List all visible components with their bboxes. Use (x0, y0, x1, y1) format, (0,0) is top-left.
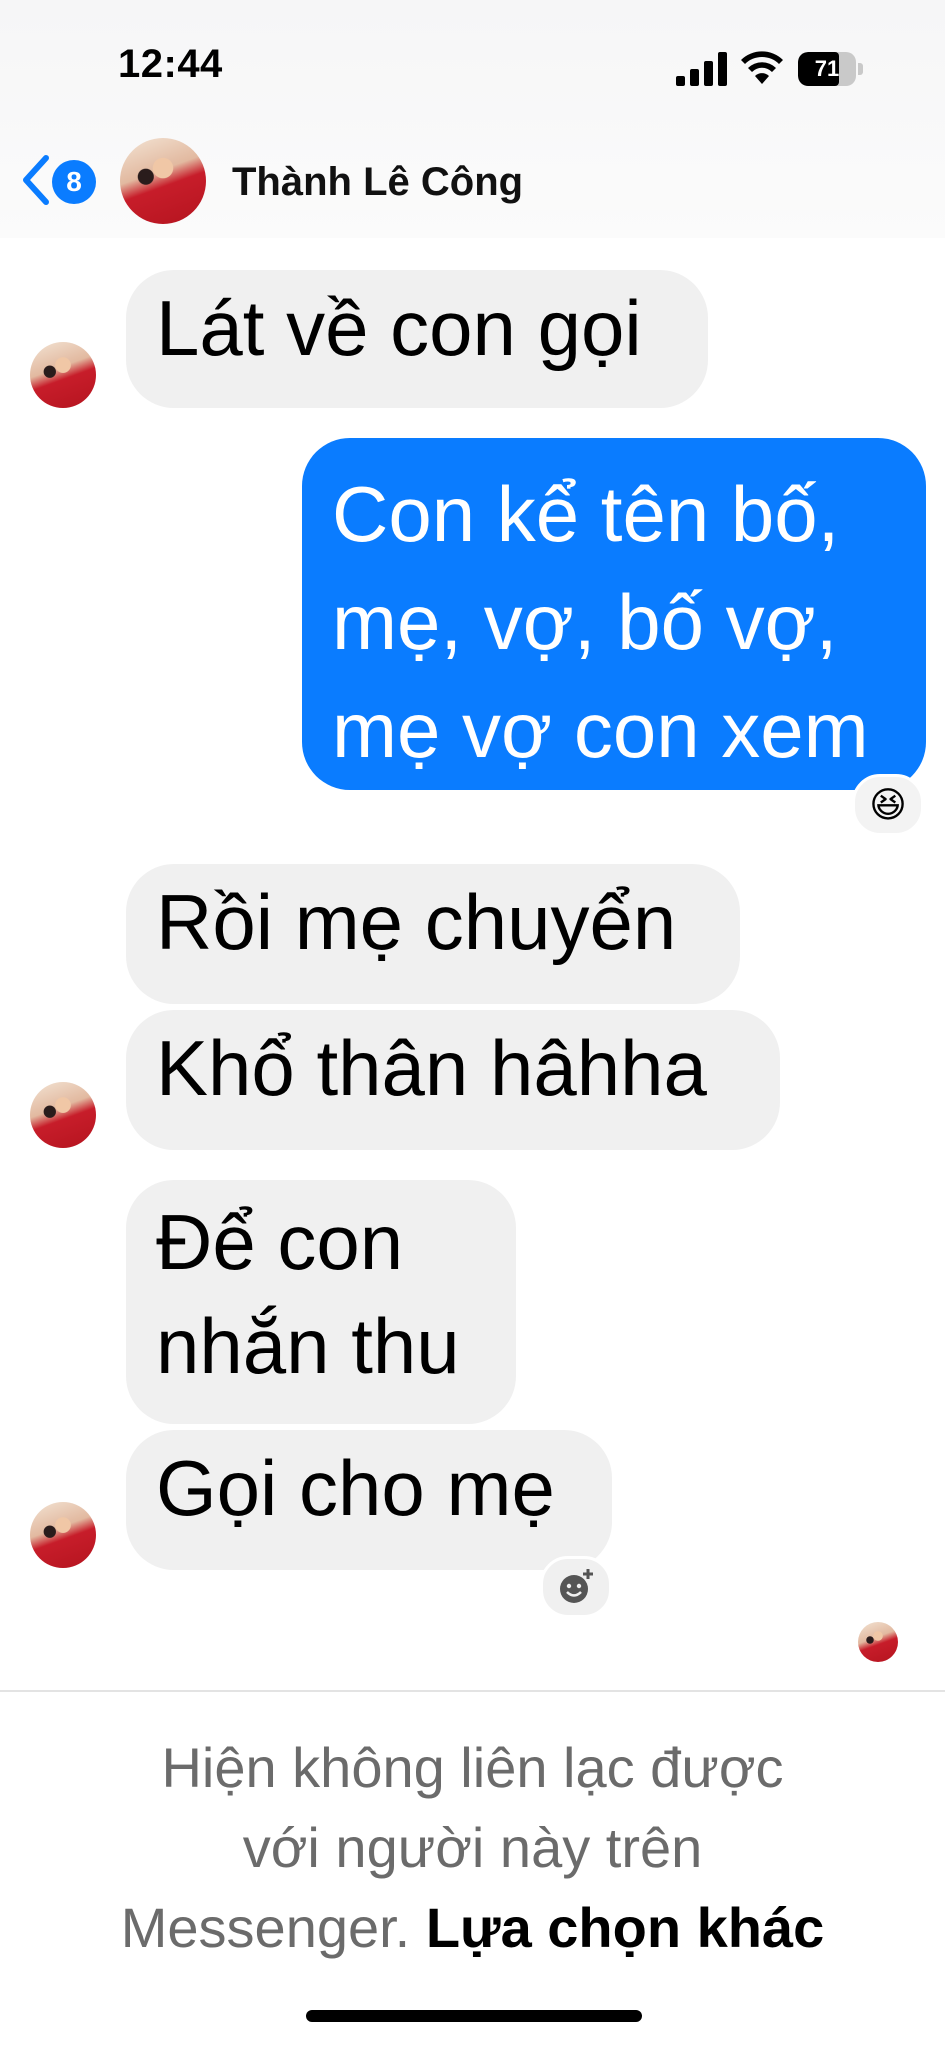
message-line: Con kể tên bố, (332, 470, 840, 558)
status-time: 12:44 (118, 42, 223, 86)
message-line: mẹ, vợ, bố vợ, (332, 578, 838, 666)
home-indicator[interactable] (306, 2010, 642, 2022)
incoming-message[interactable]: Lát về con gọi (126, 270, 708, 408)
contact-name[interactable]: Thành Lê Công (232, 160, 523, 205)
notice-line: Hiện không liên lạc được (161, 1736, 784, 1799)
battery-icon: 71 (798, 52, 864, 86)
message-line: mẹ vợ con xem (332, 686, 869, 774)
message-line: Để con (156, 1198, 404, 1286)
sender-avatar[interactable] (30, 1082, 96, 1148)
sender-avatar[interactable] (30, 342, 96, 408)
battery-level-text: 71 (814, 56, 840, 81)
wifi-icon (741, 51, 783, 84)
message-line: nhắn thu (156, 1302, 460, 1390)
other-options-link[interactable]: Lựa chọn khác (426, 1896, 824, 1959)
seen-indicator-avatar (858, 1622, 898, 1662)
message-text: Lát về con gọi (156, 284, 642, 372)
message-text: Rồi mẹ chuyển (156, 878, 677, 966)
sender-avatar[interactable] (30, 1502, 96, 1568)
incoming-message[interactable]: Rồi mẹ chuyển (126, 864, 740, 1004)
back-chevron-icon[interactable] (18, 152, 54, 208)
message-text: Khổ thân hâhha (156, 1024, 707, 1112)
incoming-message[interactable]: Để con nhắn thu (126, 1180, 516, 1424)
incoming-message[interactable]: Gọi cho mẹ (126, 1430, 612, 1570)
message-text: Gọi cho mẹ (156, 1444, 555, 1532)
outgoing-message[interactable]: Con kể tên bố, mẹ, vợ, bố vợ, mẹ vợ con … (302, 438, 926, 790)
add-reaction-icon[interactable] (540, 1556, 612, 1618)
incoming-message[interactable]: Khổ thân hâhha (126, 1010, 780, 1150)
laughing-reaction-icon[interactable]: 😆 (852, 774, 924, 836)
divider (0, 1690, 945, 1692)
notice-line: với người này trên (242, 1816, 703, 1879)
unavailable-notice: Hiện không liên lạc được với người này t… (40, 1728, 905, 1968)
contact-avatar[interactable] (120, 138, 206, 224)
cellular-signal-icon (676, 52, 727, 86)
notice-line: Messenger. (120, 1896, 411, 1959)
unread-count-badge[interactable]: 8 (52, 160, 96, 204)
